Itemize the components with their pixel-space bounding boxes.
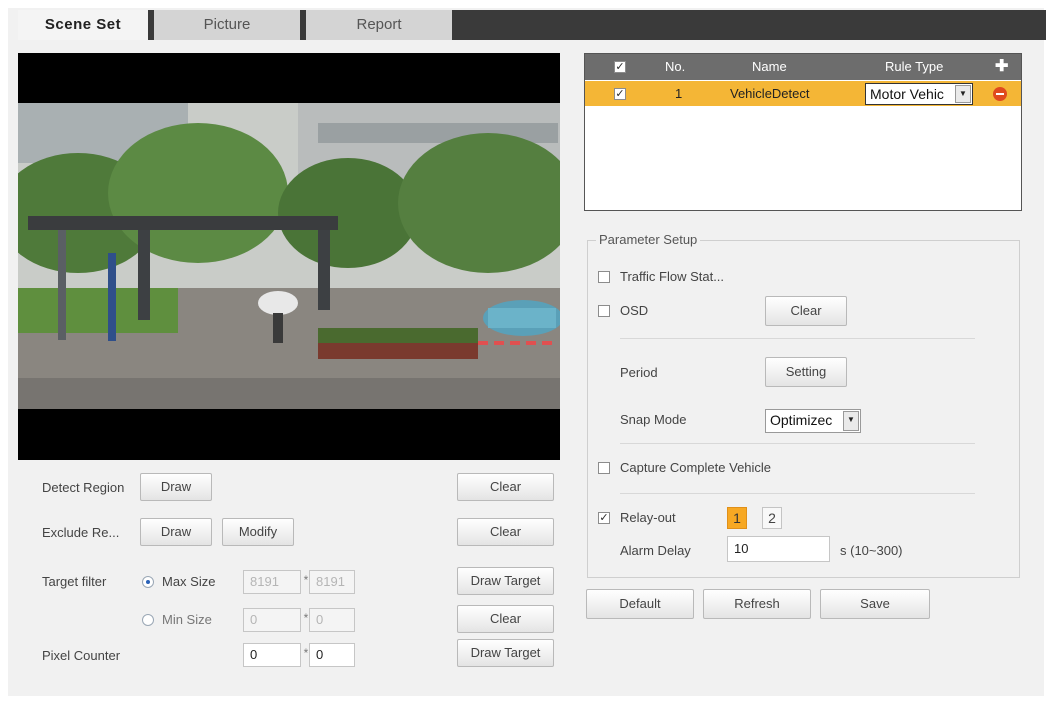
tab-report[interactable]: Report [306, 10, 452, 40]
rule-type-select[interactable]: Motor Vehic ▼ [865, 83, 973, 105]
relay-out-option-2[interactable]: 2 [762, 507, 782, 529]
plus-icon[interactable]: ✚ [995, 54, 1008, 80]
row-checkbox[interactable]: ✓ [614, 88, 626, 100]
alarm-delay-hint: s (10~300) [840, 543, 903, 558]
min-size-height-input[interactable]: 0 [309, 608, 355, 632]
min-size-width-input[interactable]: 0 [243, 608, 301, 632]
traffic-flow-label: Traffic Flow Stat... [620, 269, 725, 284]
alarm-delay-input[interactable]: 10 [727, 536, 830, 562]
rules-table-header: ✓ No. Name Rule Type ✚ [585, 54, 1021, 80]
chevron-down-icon: ▼ [843, 411, 859, 431]
header-no: No. [665, 59, 686, 74]
parameter-setup-legend: Parameter Setup [596, 232, 701, 247]
max-size-height-input[interactable]: 8191 [309, 570, 355, 594]
osd-label: OSD [620, 303, 649, 318]
min-size-radio[interactable] [142, 614, 154, 626]
exclude-region-modify-button[interactable]: Modify [222, 518, 294, 546]
refresh-button[interactable]: Refresh [703, 589, 811, 619]
divider [620, 493, 975, 494]
alarm-delay-label: Alarm Delay [620, 543, 691, 558]
pixel-counter-width-input[interactable]: 0 [243, 643, 301, 667]
min-size-label: Min Size [162, 612, 212, 627]
detect-region-label: Detect Region [42, 480, 125, 495]
osd-clear-button[interactable]: Clear [765, 296, 847, 326]
period-label: Period [620, 365, 658, 380]
pixel-counter-height-input[interactable]: 0 [309, 643, 355, 667]
rule-type-value: Motor Vehic [870, 86, 944, 102]
osd-checkbox[interactable] [598, 305, 610, 317]
max-size-label: Max Size [162, 574, 216, 589]
rules-table: ✓ No. Name Rule Type ✚ ✓ 1 VehicleDetect… [584, 53, 1022, 211]
save-button[interactable]: Save [820, 589, 930, 619]
snap-mode-select[interactable]: Optimizec ▼ [765, 409, 861, 433]
row-no: 1 [675, 86, 683, 101]
detect-region-clear-button[interactable]: Clear [457, 473, 554, 501]
row-name[interactable]: VehicleDetect [730, 81, 810, 107]
traffic-flow-checkbox[interactable] [598, 271, 610, 283]
relay-out-checkbox[interactable]: ✓ [598, 512, 610, 524]
camera-scene-image [18, 103, 560, 409]
capture-complete-label: Capture Complete Vehicle [620, 460, 772, 475]
chevron-down-icon: ▼ [955, 85, 971, 103]
divider [620, 338, 975, 339]
tab-bar: Scene Set Picture Report [18, 10, 1046, 40]
target-clear-button[interactable]: Clear [457, 605, 554, 633]
exclude-region-clear-button[interactable]: Clear [457, 518, 554, 546]
select-all-checkbox[interactable]: ✓ [614, 61, 626, 73]
exclude-region-label: Exclude Re... [42, 525, 120, 540]
tab-picture[interactable]: Picture [154, 10, 306, 40]
period-setting-button[interactable]: Setting [765, 357, 847, 387]
pixel-counter-draw-target-button[interactable]: Draw Target [457, 639, 554, 667]
pixel-counter-label: Pixel Counter [42, 648, 121, 663]
header-rule-type: Rule Type [885, 59, 944, 74]
relay-out-label: Relay-out [620, 510, 676, 525]
table-row[interactable]: ✓ 1 VehicleDetect Motor Vehic ▼ [585, 81, 1021, 106]
header-name: Name [752, 59, 787, 74]
relay-out-option-1[interactable]: 1 [727, 507, 747, 529]
max-size-radio[interactable] [142, 576, 154, 588]
tab-scene-set[interactable]: Scene Set [18, 10, 154, 40]
video-preview[interactable] [18, 53, 560, 460]
snap-mode-label: Snap Mode [620, 412, 687, 427]
minus-circle-icon[interactable] [993, 87, 1007, 101]
capture-complete-checkbox[interactable] [598, 462, 610, 474]
max-size-width-input[interactable]: 8191 [243, 570, 301, 594]
detect-region-draw-button[interactable]: Draw [140, 473, 212, 501]
snap-mode-value: Optimizec [770, 412, 833, 428]
target-draw-target-button[interactable]: Draw Target [457, 567, 554, 595]
target-filter-label: Target filter [42, 574, 107, 589]
exclude-region-draw-button[interactable]: Draw [140, 518, 212, 546]
default-button[interactable]: Default [586, 589, 694, 619]
divider [620, 443, 975, 444]
